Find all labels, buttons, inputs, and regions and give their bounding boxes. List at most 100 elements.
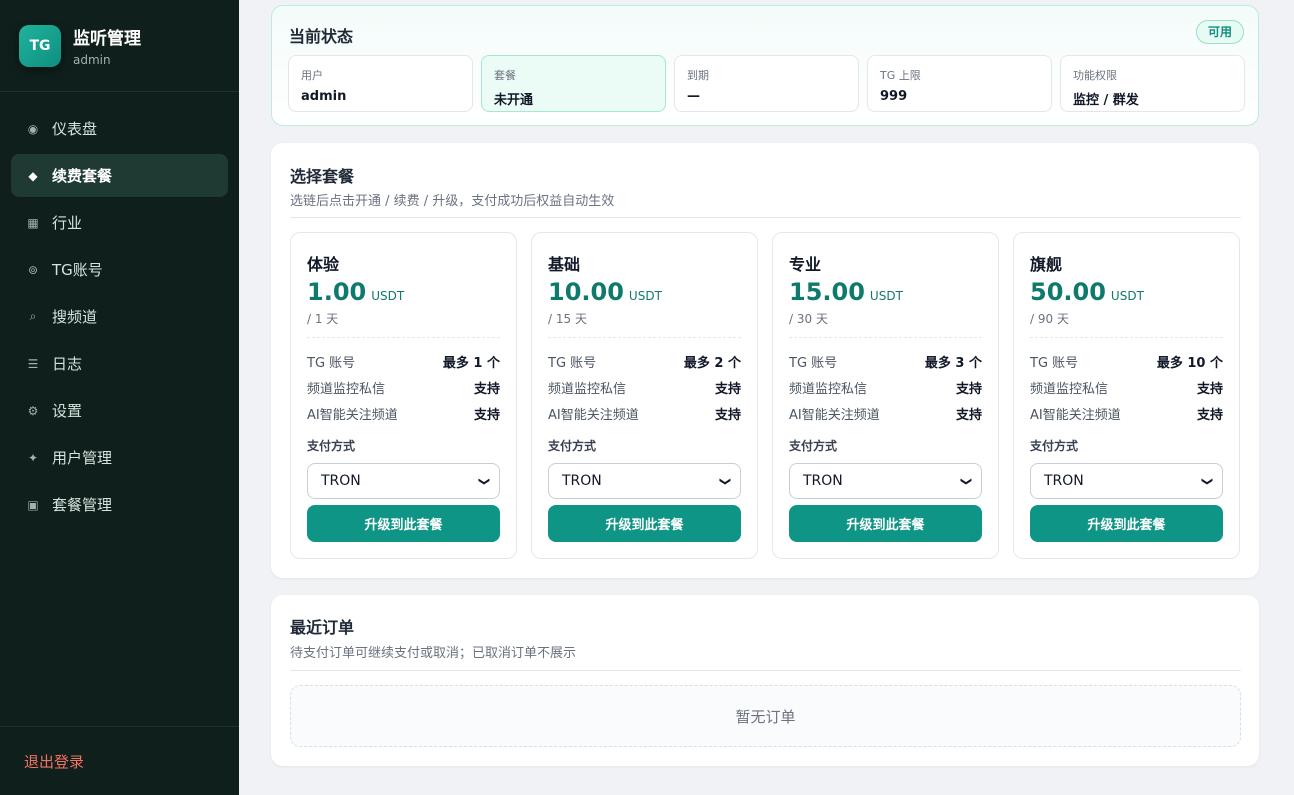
plan-feature-label: 频道监控私信 (548, 382, 627, 397)
sidebar-nav: ◉ 仪表盘 ◆ 续费套餐 ▦ 行业 ⊚ TG账号 ⌕ 搜频道 ☰ 日志 ⚙ 设置 ✦ 用户管理 ▣ 套餐管理 (0, 92, 239, 526)
sidebar-item-8[interactable]: ▣ 套餐管理 (11, 483, 228, 526)
plan-price: 50.00 USDT (1030, 278, 1144, 306)
brand-text: 监听管理 admin (73, 24, 141, 67)
payment-method-select[interactable]: TRON ❯ (307, 463, 500, 499)
plan-name: 基础 (548, 255, 581, 274)
payment-method-label: 支付方式 (307, 439, 356, 453)
sidebar-item-label: 仪表盘 (52, 120, 98, 138)
payment-method-select[interactable]: TRON ❯ (548, 463, 741, 499)
plan-section: 选择套餐 选链后点击开通 / 续费 / 升级，支付成功后权益自动生效 体验 1.0… (271, 143, 1259, 578)
upgrade-plan-button[interactable]: 升级到此套餐 (548, 505, 741, 542)
sidebar-item-3[interactable]: ⊚ TG账号 (11, 248, 228, 291)
plan-card: 体验 1.00 USDT / 1 天 TG 账号 最多 1 个频道监控私信 支持 AI智能关注… (290, 232, 517, 559)
plan-feature-value: 支持 (473, 408, 500, 423)
plan-name: 体验 (307, 255, 340, 274)
upgrade-plan-button[interactable]: 升级到此套餐 (307, 505, 500, 542)
sidebar-item-1[interactable]: ◆ 续费套餐 (11, 154, 228, 197)
status-field-label: 到期 (687, 69, 709, 82)
status-field-label: TG 上限 (880, 69, 921, 82)
orders-divider (290, 670, 1241, 671)
plan-feature: AI智能关注频道 支持 (307, 404, 500, 423)
status-field: 功能权限 监控 / 群发 (1060, 55, 1245, 112)
upgrade-plan-button[interactable]: 升级到此套餐 (789, 505, 982, 542)
plan-period: / 1 天 (307, 312, 339, 326)
plan-feature-value: 支持 (714, 382, 741, 397)
sidebar-item-label: 套餐管理 (52, 496, 113, 514)
logout-link[interactable]: 退出登录 (24, 751, 84, 772)
payment-method-select[interactable]: TRON ❯ (789, 463, 982, 499)
status-field-label: 套餐 (494, 69, 516, 82)
payment-method-value: TRON (1044, 473, 1084, 489)
plan-amount: 10.00 (548, 278, 624, 306)
orders-empty-state: 暂无订单 (290, 685, 1241, 747)
plan-feature: AI智能关注频道 支持 (1030, 404, 1223, 423)
plan-feature: TG 账号 最多 10 个 (1030, 352, 1223, 371)
gear-icon: ⚙ (27, 403, 39, 418)
plan-feature-label: AI智能关注频道 (307, 408, 398, 423)
status-badge: 可用 (1195, 20, 1244, 44)
plan-period: / 30 天 (789, 312, 828, 326)
plan-price: 15.00 USDT (789, 278, 903, 306)
upgrade-plan-button[interactable]: 升级到此套餐 (1030, 505, 1223, 542)
plan-amount: 15.00 (789, 278, 865, 306)
plan-feature-value: 最多 2 个 (683, 356, 741, 371)
current-user: admin (73, 53, 111, 67)
diamond-icon: ◆ (28, 168, 38, 183)
sidebar-item-6[interactable]: ⚙ 设置 (11, 389, 228, 432)
plan-feature-label: TG 账号 (548, 356, 597, 371)
plan-feature-value: 最多 10 个 (1156, 356, 1223, 371)
plan-card: 基础 10.00 USDT/ 15 天 TG 账号 最多 2 个频道监控私信 支持 AI智能… (531, 232, 758, 559)
sidebar-item-label: 搜频道 (52, 308, 98, 326)
brand: TG 监听管理 admin (0, 0, 239, 92)
plan-price: 10.00 USDT (548, 278, 662, 306)
plan-currency: USDT (371, 289, 405, 303)
plan-feature: 频道监控私信 支持 (548, 378, 741, 397)
plan-feature-value: 支持 (1196, 408, 1223, 423)
chevron-down-icon: ❯ (718, 476, 732, 486)
status-field: 用户 admin (288, 55, 473, 112)
payment-method-label: 支付方式 (789, 439, 838, 453)
sidebar-item-5[interactable]: ☰ 日志 (11, 342, 228, 385)
status-field-label: 用户 (301, 69, 323, 82)
plan-feature-label: TG 账号 (789, 356, 838, 371)
search-icon: ⌕ (29, 309, 37, 323)
payment-method-value: TRON (562, 473, 602, 489)
plan-divider (307, 337, 500, 338)
plan-currency: USDT (869, 289, 903, 303)
plan-feature: AI智能关注频道 支持 (789, 404, 982, 423)
plan-name: 专业 (789, 255, 822, 274)
status-field-value: 999 (880, 89, 908, 104)
payment-method-select[interactable]: TRON ❯ (1030, 463, 1223, 499)
plan-feature-value: 最多 1 个 (442, 356, 500, 371)
plan-feature: TG 账号 最多 3 个 (789, 352, 982, 371)
plan-feature-value: 支持 (473, 382, 500, 397)
sidebar-item-2[interactable]: ▦ 行业 (11, 201, 228, 244)
sidebar-item-label: TG账号 (52, 261, 103, 279)
plan-feature: TG 账号 最多 1 个 (307, 352, 500, 371)
status-field-value: — (687, 89, 700, 104)
dashboard-icon: ◉ (27, 121, 39, 136)
plan-amount: 50.00 (1030, 278, 1106, 306)
sidebar-item-7[interactable]: ✦ 用户管理 (11, 436, 228, 479)
package-icon: ▣ (27, 497, 39, 512)
status-title: 当前状态 (289, 27, 354, 46)
orders-title: 最近订单 (290, 618, 355, 637)
plan-currency: USDT (628, 289, 662, 303)
plan-feature: 频道监控私信 支持 (307, 378, 500, 397)
plan-name: 旗舰 (1030, 255, 1063, 274)
plan-period: / 90 天 (1030, 312, 1069, 326)
plan-amount: 1.00 (307, 278, 367, 306)
plan-divider (789, 337, 982, 338)
sidebar-item-0[interactable]: ◉ 仪表盘 (11, 107, 228, 150)
list-icon: ☰ (27, 356, 39, 371)
status-field: TG 上限 999 (867, 55, 1052, 112)
account-icon: ⊚ (27, 262, 39, 277)
plan-feature: 频道监控私信 支持 (789, 378, 982, 397)
orders-section: 最近订单 待支付订单可继续支付或取消；已取消订单不展示 暂无订单 (271, 595, 1259, 766)
sidebar-item-label: 用户管理 (52, 449, 113, 467)
plan-list: 体验 1.00 USDT/ 1 天 TG 账号 最多 1 个频道监控私信 支持 AI智能关注… (290, 232, 1240, 559)
plan-feature-value: 支持 (714, 408, 741, 423)
sidebar-item-label: 续费套餐 (52, 167, 113, 185)
plan-feature: AI智能关注频道 支持 (548, 404, 741, 423)
sidebar-item-4[interactable]: ⌕ 搜频道 (11, 295, 228, 338)
